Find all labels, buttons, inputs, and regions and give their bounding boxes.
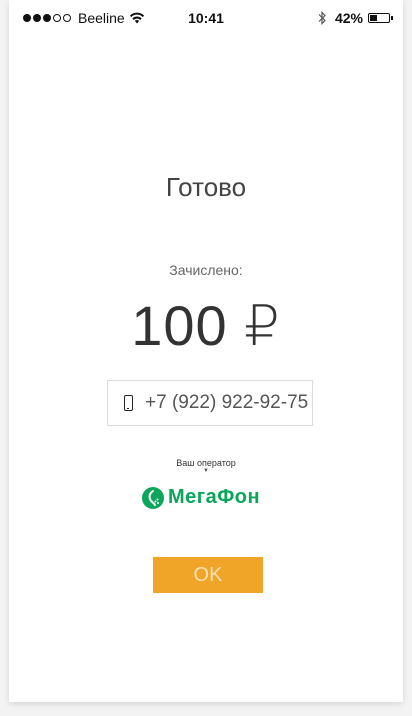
- operator-logo: МегаФон: [142, 486, 260, 509]
- phone-number-field: +7 (922) 922-92-75: [107, 380, 313, 426]
- down-arrow-icon: ▼: [203, 468, 209, 474]
- megafon-logo-icon: [142, 486, 164, 509]
- operator-name: МегаФон: [168, 486, 261, 508]
- page-title: Готово: [165, 172, 247, 202]
- battery-fill: [370, 15, 378, 21]
- screen: Beeline 10:41 42% Готово Зачислено: 100 …: [9, 0, 403, 702]
- battery-tip: [391, 16, 393, 20]
- phone-number: +7 (922) 922-92-75: [145, 392, 309, 413]
- bluetooth-icon: [318, 11, 326, 25]
- credited-amount: 100 ₽: [131, 294, 281, 357]
- credited-label: Зачислено:: [169, 262, 243, 278]
- battery-icon: [368, 13, 390, 23]
- mobile-phone-icon: [124, 395, 133, 411]
- status-right: 42%: [317, 10, 393, 26]
- battery-percentage: 42%: [334, 10, 363, 26]
- status-bar: Beeline 10:41 42%: [9, 0, 403, 36]
- ok-button[interactable]: OK: [153, 557, 263, 593]
- operator-label: Ваш оператор: [176, 458, 236, 468]
